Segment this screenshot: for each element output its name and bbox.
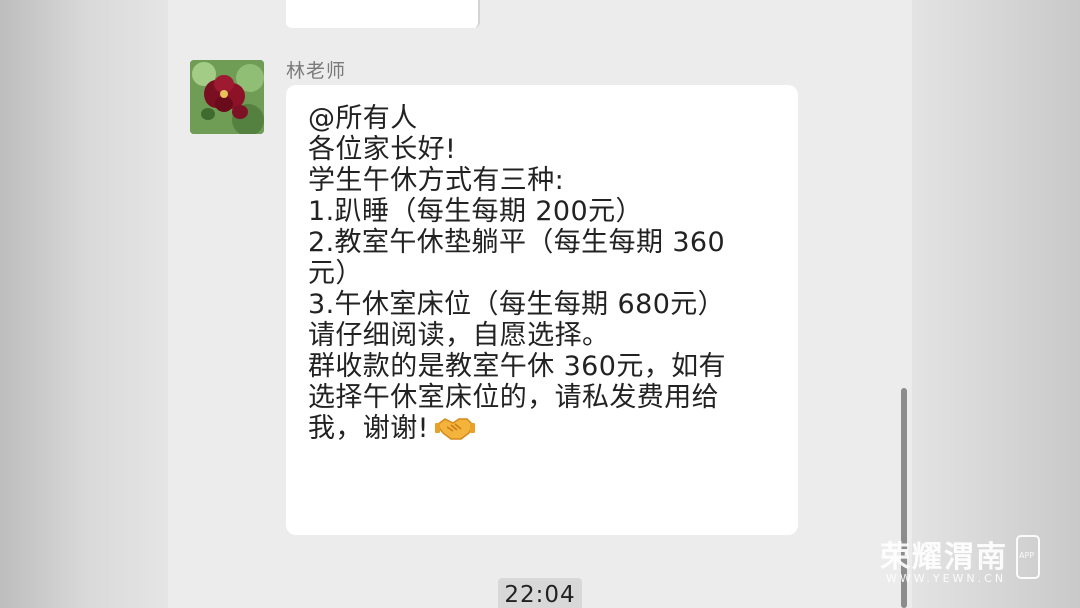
previous-message-bubble[interactable]: [286, 0, 480, 28]
message-line: 选择午休室床位的，请私发费用给: [308, 382, 719, 413]
app-badge: APP: [1019, 551, 1035, 560]
message-bubble[interactable]: @所有人 各位家长好! 学生午休方式有三种: 1.趴睡（每生每期 200元） 2…: [286, 85, 798, 535]
handshake-icon: [434, 418, 475, 440]
timestamp: 22:04: [504, 582, 576, 608]
watermark-url: WWW.YEWN.CN: [886, 572, 1007, 585]
orchid-avatar-image: [190, 60, 264, 134]
message-last-line: 我，谢谢!: [308, 413, 776, 444]
message-line: 各位家长好!: [308, 134, 457, 165]
watermark: 荣耀渭南 WWW.YEWN.CN APP: [880, 532, 1080, 592]
message-line: 3.午休室床位（每生每期 680元）: [308, 289, 726, 320]
message-line: 学生午休方式有三种:: [308, 165, 565, 196]
message-line: 请仔细阅读，自愿选择。: [308, 320, 610, 351]
sender-avatar[interactable]: [190, 60, 264, 134]
message-line: 我，谢谢!: [308, 413, 429, 444]
timestamp-pill: 22:04: [498, 578, 582, 608]
message-line: @所有人: [308, 103, 418, 134]
message-line: 1.趴睡（每生每期 200元）: [308, 196, 643, 227]
message-line: 元）: [308, 258, 363, 289]
app-icon: APP: [1016, 535, 1040, 579]
message-line: 2.教室午休垫躺平（每生每期 360: [308, 227, 726, 258]
message-line: 群收款的是教室午休 360元，如有: [308, 351, 726, 382]
watermark-brand: 荣耀渭南: [880, 540, 1008, 575]
sender-name: 林老师: [286, 60, 347, 82]
